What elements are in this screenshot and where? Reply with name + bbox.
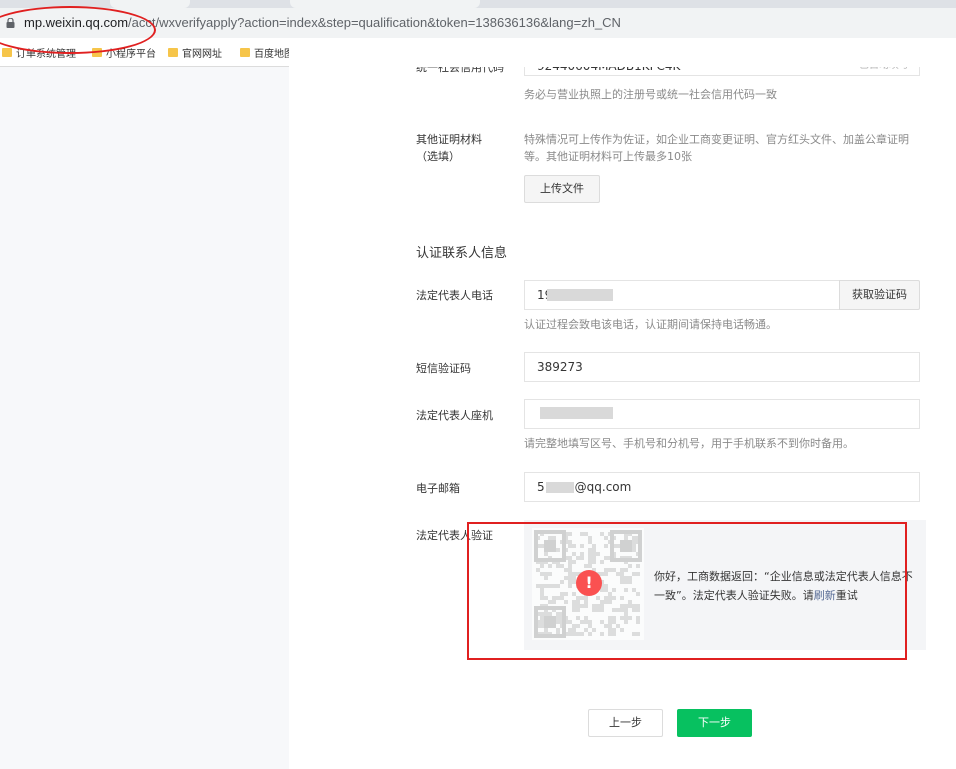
bookmark-label: 百度地图 xyxy=(254,49,294,60)
browser-tab-strip xyxy=(0,0,956,8)
next-step-button[interactable]: 下一步 xyxy=(677,709,752,737)
upload-file-button[interactable]: 上传文件 xyxy=(524,175,600,203)
sms-code-label: 短信验证码 xyxy=(416,362,471,375)
folder-icon xyxy=(168,48,178,57)
email-label: 电子邮箱 xyxy=(416,482,460,495)
browser-tab[interactable] xyxy=(110,0,190,8)
folder-icon xyxy=(240,48,250,57)
prev-step-button[interactable]: 上一步 xyxy=(588,709,663,737)
browser-tab-active[interactable] xyxy=(290,0,480,8)
email-input[interactable]: 5 @qq.com xyxy=(524,472,920,502)
bookmark-item[interactable]: 官网网址 xyxy=(168,45,222,60)
top-clip xyxy=(289,38,956,67)
bookmark-label: 官网网址 xyxy=(182,49,222,60)
bookmark-item[interactable]: 百度地图 xyxy=(240,45,294,60)
blurred-landline xyxy=(540,407,613,419)
blurred-phone xyxy=(547,289,613,301)
other-docs-label: 其他证明材料（选填） xyxy=(416,133,482,163)
legal-phone-hint: 认证过程会致电该电话，认证期间请保持电话畅通。 xyxy=(524,318,777,331)
blurred-email xyxy=(545,482,574,493)
folder-icon xyxy=(2,48,12,57)
legal-phone-label: 法定代表人电话 xyxy=(416,289,493,302)
left-sidebar xyxy=(0,67,289,769)
landline-label: 法定代表人座机 xyxy=(416,409,493,422)
landline-hint: 请完整地填写区号、手机号和分机号，用于手机联系不到你时备用。 xyxy=(524,437,854,450)
sms-code-input[interactable]: 389273 xyxy=(524,352,920,382)
sms-code-value: 389273 xyxy=(537,360,583,374)
email-value-prefix: 5 xyxy=(537,480,545,494)
credit-code-hint: 务必与营业执照上的注册号或统一社会信用代码一致 xyxy=(524,88,777,101)
url-path: /acct/wxverifyapply?action=index&step=qu… xyxy=(128,15,621,30)
get-code-button[interactable]: 获取验证码 xyxy=(839,280,920,310)
annotation-rectangle xyxy=(467,522,907,660)
email-value-suffix: @qq.com xyxy=(574,480,632,494)
other-docs-hint: 特殊情况可上传作为佐证，如企业工商变更证明、官方红头文件、加盖公章证明等。其他证… xyxy=(524,133,909,163)
section-title-contact: 认证联系人信息 xyxy=(416,246,508,261)
